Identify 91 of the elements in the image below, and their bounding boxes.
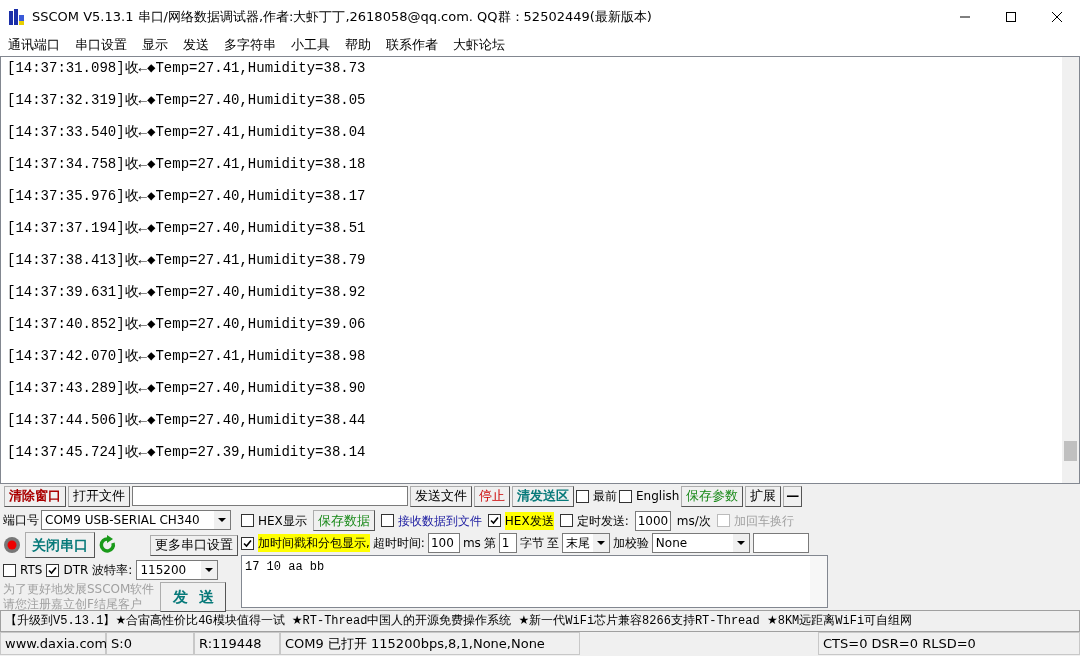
checkbox-label: HEX显示 bbox=[258, 512, 307, 530]
file-path-field[interactable] bbox=[132, 486, 408, 506]
more-port-settings-button[interactable]: 更多串口设置 bbox=[150, 534, 238, 556]
open-file-button[interactable]: 打开文件 bbox=[68, 485, 130, 507]
log-line: [14:37:45.724]收←◆Temp=27.39,Humidity=38.14 bbox=[7, 443, 367, 462]
checkbox-label: 加回车换行 bbox=[733, 512, 794, 530]
checkbox-label: 最前 bbox=[593, 488, 617, 505]
status-text: S:0 bbox=[106, 632, 194, 655]
checkbox-label: 定时发送: bbox=[576, 512, 629, 530]
status-text: COM9 已打开 115200bps,8,1,None,None bbox=[280, 632, 580, 655]
marquee-text: 【升级到V5.13.1】★合宙高性价比4G模块值得一试 ★RT-Thread中国人的开源免费操作系统 ★新一代WiFi芯片兼容8266支持RT-Thread ★8KM远距离WiFi可自组网 bbox=[0, 610, 1080, 632]
menu-item[interactable]: 大虾论坛 bbox=[453, 34, 505, 55]
save-params-button[interactable]: 保存参数 bbox=[681, 485, 744, 507]
send-file-button[interactable]: 发送文件 bbox=[410, 485, 472, 507]
scrollbar[interactable] bbox=[1062, 57, 1079, 483]
byte-label: 字节 bbox=[519, 535, 544, 552]
menu-item[interactable]: 联系作者 bbox=[386, 34, 438, 55]
checkbox[interactable] bbox=[619, 489, 632, 503]
checkbox[interactable] bbox=[559, 514, 573, 527]
unit-label: ms bbox=[462, 535, 481, 552]
menu-item[interactable]: 帮助 bbox=[345, 34, 371, 55]
checksum-label: 加校验 bbox=[612, 535, 649, 552]
menu-item[interactable]: 多字符串 bbox=[224, 34, 276, 55]
menu-item[interactable]: 发送 bbox=[183, 34, 209, 55]
checkbox[interactable] bbox=[241, 514, 254, 527]
port-select[interactable]: COM9 USB-SERIAL CH340 bbox=[41, 510, 231, 530]
byte-to-select[interactable]: 末尾 bbox=[561, 533, 610, 553]
interval-field[interactable]: 1000 bbox=[634, 510, 671, 531]
checkbox-label: 加时间戳和分包显示, bbox=[258, 534, 370, 552]
checkbox[interactable] bbox=[3, 563, 16, 577]
window-title: SSCOM V5.13.1 串口/网络数据调试器,作者:大虾丁丁,2618058@qq.com. QQ群：52502449(最新版本) bbox=[32, 7, 652, 26]
checkbox-label: 接收数据到文件 bbox=[397, 512, 482, 530]
log-line: [14:37:40.852]收←◆Temp=27.40,Humidity=39.06 bbox=[7, 315, 367, 334]
port-label: 端口号 bbox=[3, 512, 39, 529]
promo-text: 为了更好地发展SSCOM软件 bbox=[3, 582, 155, 597]
baud-label: 波特率: bbox=[92, 562, 133, 579]
checksum-result-field[interactable] bbox=[752, 533, 809, 553]
save-data-button[interactable]: 保存数据 bbox=[312, 510, 375, 531]
dropdown-arrow-icon bbox=[736, 541, 745, 545]
log-line: [14:37:44.506]收←◆Temp=27.40,Humidity=38.44 bbox=[7, 411, 367, 430]
menu-item[interactable]: 小工具 bbox=[291, 34, 330, 55]
send-text-area[interactable]: 17 10 aa bb bbox=[241, 555, 828, 608]
clear-send-button[interactable]: 清发送区 bbox=[512, 485, 574, 507]
checkbox[interactable] bbox=[380, 514, 394, 527]
checkbox-label: HEX发送 bbox=[504, 511, 554, 530]
expand-button[interactable]: 扩展 bbox=[745, 485, 782, 507]
menu-item[interactable]: 串口设置 bbox=[75, 34, 127, 55]
clear-window-button[interactable]: 清除窗口 bbox=[4, 485, 66, 507]
log-line: [14:37:37.194]收←◆Temp=27.40,Humidity=38.51 bbox=[7, 219, 367, 238]
refresh-icon[interactable] bbox=[99, 535, 117, 555]
byte-label: 第 bbox=[483, 535, 496, 552]
close-port-button[interactable]: 关闭串口 bbox=[25, 532, 95, 558]
checkbox[interactable] bbox=[576, 489, 589, 503]
dropdown-arrow-icon bbox=[205, 568, 214, 572]
close-icon bbox=[1052, 11, 1062, 22]
checkbox[interactable] bbox=[46, 563, 60, 577]
stop-button[interactable]: 停止 bbox=[474, 485, 510, 507]
record-indicator-icon bbox=[3, 536, 21, 555]
timeout-label: 超时时间: bbox=[372, 535, 425, 552]
status-text: www.daxia.com bbox=[0, 632, 106, 655]
log-line: [14:37:35.976]收←◆Temp=27.40,Humidity=38.17 bbox=[7, 187, 367, 206]
status-text: CTS=0 DSR=0 RLSD=0 bbox=[818, 632, 1080, 655]
checkbox-label: RTS bbox=[20, 562, 43, 579]
dropdown-arrow-icon bbox=[218, 518, 226, 522]
dropdown-arrow-icon bbox=[596, 541, 605, 545]
log-line: [14:37:38.413]收←◆Temp=27.41,Humidity=38.79 bbox=[7, 251, 367, 270]
checkbox-label: DTR bbox=[63, 562, 89, 579]
log-line: [14:37:43.289]收←◆Temp=27.40,Humidity=38.90 bbox=[7, 379, 367, 398]
byte-from-field[interactable]: 1 bbox=[498, 533, 517, 553]
log-line: [14:37:32.319]收←◆Temp=27.40,Humidity=38.05 bbox=[7, 91, 367, 110]
log-line: [14:37:33.540]收←◆Temp=27.41,Humidity=38.04 bbox=[7, 123, 367, 142]
app-logo-icon bbox=[8, 7, 26, 26]
timeout-field[interactable]: 100 bbox=[427, 533, 460, 553]
maximize-icon bbox=[1006, 11, 1016, 22]
log-line: [14:37:31.098]收←◆Temp=27.41,Humidity=38.73 bbox=[7, 59, 367, 78]
status-text: R:119448 bbox=[194, 632, 280, 655]
checkbox[interactable] bbox=[487, 514, 501, 527]
menu-item[interactable]: 显示 bbox=[142, 34, 168, 55]
to-label: 至 bbox=[546, 535, 559, 552]
log-line: [14:37:39.631]收←◆Temp=27.40,Humidity=38.92 bbox=[7, 283, 367, 302]
checksum-select[interactable]: None bbox=[651, 533, 750, 553]
unit-label: ms/次 bbox=[676, 512, 711, 530]
log-line: [14:37:42.070]收←◆Temp=27.41,Humidity=38.98 bbox=[7, 347, 367, 366]
send-button[interactable]: 发 送 bbox=[160, 582, 227, 612]
log-line: [14:37:34.758]收←◆Temp=27.41,Humidity=38.18 bbox=[7, 155, 367, 174]
collapse-button[interactable]: — bbox=[783, 485, 803, 507]
baud-select[interactable]: 115200 bbox=[136, 560, 219, 580]
checkbox-label: English bbox=[636, 488, 680, 505]
checkbox[interactable] bbox=[241, 536, 254, 550]
menu-item[interactable]: 通讯端口 bbox=[8, 34, 60, 55]
promo-text: 请您注册嘉立创F结尾客户 bbox=[3, 597, 143, 612]
